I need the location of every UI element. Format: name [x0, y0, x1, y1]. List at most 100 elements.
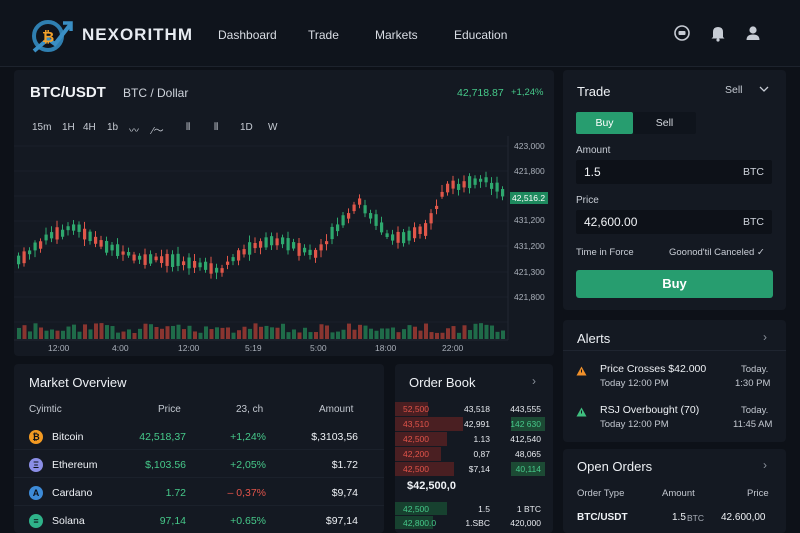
candlestick-chart[interactable]: 423,000 421,800 42,516.2 431,200 431,200…: [14, 136, 554, 356]
candle: [495, 182, 499, 192]
bid-price: 42,800.0: [403, 518, 437, 528]
order-book-ask-row[interactable]: 52,500 43,518 443,555: [395, 402, 553, 416]
draw-tool-icon[interactable]: ⁄〜: [152, 122, 164, 137]
volume-bar: [127, 329, 131, 339]
candle: [143, 254, 147, 265]
volume-bar: [55, 330, 60, 339]
volume-bar: [385, 328, 390, 339]
price-input[interactable]: 42,600.00 BTC: [576, 210, 772, 234]
alert-title[interactable]: RSJ Overbought (70): [600, 404, 699, 416]
order-book-ask-row[interactable]: 42,500 1.13 412,540: [395, 432, 553, 446]
volume-bar: [501, 330, 505, 339]
ask-total: 412,540: [510, 434, 541, 444]
market-overview-panel: Market Overview Cyimtic Price 23, ch Amo…: [14, 364, 384, 533]
candle: [171, 254, 175, 267]
chevron-right-icon[interactable]: ›: [532, 374, 536, 388]
timeframe-w[interactable]: W: [268, 122, 277, 133]
candle: [468, 176, 472, 189]
chevron-right-icon[interactable]: ›: [763, 458, 767, 472]
volume-bar: [457, 332, 461, 339]
timeframe-4h[interactable]: 4H: [83, 122, 96, 133]
coin-icon: ₿: [29, 430, 43, 444]
coin-name: Ethereum: [52, 459, 98, 471]
amount-input[interactable]: 1.5 BTC: [576, 160, 772, 184]
candle: [138, 255, 142, 260]
sell-tab[interactable]: Sell: [633, 112, 696, 134]
volume-bar: [446, 328, 450, 339]
volume-bar: [72, 324, 76, 339]
bell-icon[interactable]: [708, 23, 728, 43]
candle: [259, 241, 263, 248]
order-book-bid-row[interactable]: 42,800.0 1.SBC 420,000: [395, 516, 553, 530]
order-side-dropdown[interactable]: Sell: [725, 84, 769, 96]
bid-price: 42,500: [403, 504, 429, 514]
order-book-ask-row[interactable]: 42,500 $7,14 40,114: [395, 462, 553, 476]
last-price: 42,718.87: [457, 87, 504, 99]
volume-bar: [347, 323, 351, 339]
timeframe-1b[interactable]: 1b: [107, 122, 118, 133]
candle: [237, 250, 241, 261]
order-price: 42.600,00: [721, 512, 766, 523]
volume-bar: [308, 332, 313, 339]
volume-bar: [270, 327, 274, 339]
market-row[interactable]: ≡ Solana 97,14 +0.65% $97,14: [14, 509, 384, 533]
volume-bar: [28, 331, 32, 339]
candle: [160, 256, 164, 264]
price-label: Price: [576, 195, 599, 206]
volume-bar: [165, 326, 170, 339]
price-axis-label: 431,200: [514, 241, 545, 251]
order-book-ask-row[interactable]: 42,200 0,87 48,065: [395, 447, 553, 461]
volume-bar: [138, 328, 142, 339]
volume-bar: [242, 326, 247, 339]
logo-icon[interactable]: ₿: [30, 13, 74, 57]
volume-bar: [259, 326, 263, 339]
nav-education[interactable]: Education: [454, 28, 507, 42]
user-icon[interactable]: [743, 23, 763, 43]
timeframe-15m[interactable]: 15m: [32, 122, 51, 133]
ask-size: 43,518: [464, 404, 490, 414]
nav-markets[interactable]: Markets: [375, 28, 418, 42]
trading-pair[interactable]: BTC/USDT: [30, 84, 106, 101]
candle: [220, 268, 224, 273]
candle: [352, 204, 356, 212]
order-book-ask-row[interactable]: 43,510 42,991 142 630: [395, 417, 553, 431]
candle: [347, 213, 351, 219]
alert-time: Today 12:00 PM: [600, 378, 669, 389]
chevron-down-icon: [759, 86, 769, 92]
timeframe-1d[interactable]: 1D: [240, 122, 253, 133]
timeframe-1h[interactable]: 1H: [62, 122, 75, 133]
volume-bar: [374, 330, 379, 339]
column-header: Price: [747, 488, 769, 499]
buy-tab[interactable]: Buy: [576, 112, 633, 134]
candle: [325, 241, 329, 245]
candle: [429, 213, 433, 224]
bar-type-icon[interactable]: ⫴: [214, 122, 218, 133]
order-pair[interactable]: BTC/USDT: [577, 512, 628, 523]
order-book-bid-row[interactable]: 42,500 1.5 1 BTC: [395, 502, 553, 516]
candle: [358, 198, 362, 205]
volume-bar: [61, 330, 65, 339]
nav-trade[interactable]: Trade: [308, 28, 339, 42]
alert-title[interactable]: Price Crosses $42.000: [600, 363, 706, 375]
candle: [209, 263, 213, 274]
open-orders-panel: Open Orders › Order Type Amount Price BT…: [563, 449, 786, 533]
candle: [99, 240, 103, 247]
time-in-force-dropdown[interactable]: Goonod'til Canceled ✓: [669, 247, 765, 258]
trade-title: Trade: [577, 84, 611, 99]
buy-button[interactable]: Buy: [576, 270, 773, 298]
candle: [33, 242, 37, 251]
candle: [105, 240, 109, 253]
candle-type-icon[interactable]: ⫴: [186, 122, 190, 133]
indicator-tool-icon[interactable]: 〰: [129, 122, 139, 137]
volume-bar: [160, 328, 164, 339]
volume-bar: [231, 332, 236, 339]
candle: [22, 251, 26, 264]
chevron-right-icon[interactable]: ›: [763, 330, 767, 344]
candle: [462, 181, 466, 188]
chat-icon[interactable]: [672, 23, 692, 43]
coin-amount: $97,14: [325, 515, 358, 527]
volume-bar: [143, 323, 148, 339]
nav-dashboard[interactable]: Dashboard: [218, 28, 277, 42]
volume-bar: [473, 323, 478, 339]
volume-bar: [490, 325, 494, 339]
